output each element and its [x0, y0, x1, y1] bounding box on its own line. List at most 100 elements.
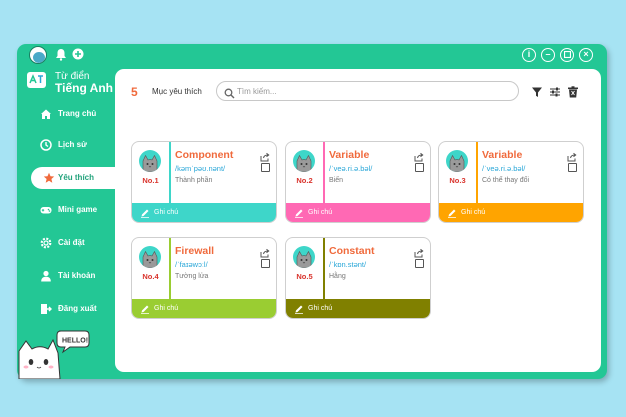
card-left-panel: No.1: [132, 142, 169, 203]
card-divider: [169, 142, 171, 203]
sidebar-item-account[interactable]: Tài khoản: [17, 265, 116, 287]
sidebar-item-label: Lịch sử: [58, 140, 87, 149]
card-footer[interactable]: Ghi chú: [286, 299, 430, 318]
card-note-label: Ghi chú: [308, 305, 333, 312]
card-meaning: Tường lửa: [175, 273, 209, 280]
search-box[interactable]: [216, 81, 519, 101]
card-word: Component: [175, 149, 234, 161]
sidebar-item-label: Cài đặt: [58, 238, 85, 247]
info-icon[interactable]: i: [522, 48, 536, 62]
card-ipa: /ˈveə.ri.ə.bəl/: [482, 164, 526, 173]
card-ipa: /ˈkɒn.stənt/: [329, 260, 367, 269]
user-icon: [40, 270, 52, 282]
card-checkbox[interactable]: [415, 259, 424, 268]
cat-avatar-icon: [139, 150, 161, 172]
share-icon[interactable]: [260, 149, 270, 162]
card-meaning: Có thể thay đổi: [482, 177, 530, 184]
favorite-card-2[interactable]: No.2 Variable /ˈveə.ri.ə.bəl/ Biến Ghi c…: [285, 141, 431, 223]
gear-icon: [40, 237, 52, 249]
card-left-panel: No.4: [132, 238, 169, 299]
bell-icon[interactable]: [54, 48, 68, 62]
card-left-panel: No.2: [286, 142, 323, 203]
logout-icon: [40, 303, 52, 315]
share-icon[interactable]: [260, 245, 270, 258]
favorite-card-4[interactable]: No.4 Firewall /ˈfaɪəwɔːl/ Tường lửa Ghi …: [131, 237, 277, 319]
section-title: Mục yêu thích: [152, 87, 202, 96]
share-icon[interactable]: [567, 149, 577, 162]
mascot-speech: HELLO!: [62, 338, 88, 345]
app-logo: [26, 70, 47, 90]
card-number: No.3: [449, 176, 466, 185]
card-meaning: Biến: [329, 177, 344, 184]
sidebar-item-logout[interactable]: Đăng xuất: [17, 298, 116, 320]
card-checkbox[interactable]: [415, 163, 424, 172]
card-word: Variable: [482, 149, 523, 161]
share-icon[interactable]: [414, 149, 424, 162]
card-checkbox[interactable]: [568, 163, 577, 172]
sidebar-item-home[interactable]: Trang chủ: [17, 103, 116, 125]
minimize-icon[interactable]: –: [541, 48, 555, 62]
share-icon[interactable]: [414, 245, 424, 258]
search-icon: [224, 86, 235, 99]
card-ipa: /ˈfaɪəwɔːl/: [175, 260, 208, 269]
history-icon: [40, 139, 52, 151]
plus-circle-icon[interactable]: [71, 48, 85, 62]
sidebar-item-label: Trang chủ: [58, 109, 97, 118]
trash-icon[interactable]: [567, 85, 579, 98]
sidebar-item-minigame[interactable]: Mini game: [17, 199, 116, 221]
card-ipa: /ˈveə.ri.ə.bəl/: [329, 164, 373, 173]
card-divider: [323, 238, 325, 299]
card-number: No.5: [296, 272, 313, 281]
card-note-label: Ghi chú: [461, 209, 486, 216]
close-icon[interactable]: ×: [579, 48, 593, 62]
card-note-label: Ghi chú: [154, 209, 179, 216]
filter-icon[interactable]: [531, 85, 543, 97]
pencil-icon: [447, 208, 457, 218]
search-input[interactable]: [237, 84, 507, 98]
card-number: No.1: [142, 176, 159, 185]
favorite-card-3[interactable]: No.3 Variable /ˈveə.ri.ə.bəl/ Có thể tha…: [438, 141, 584, 223]
gamepad-icon: [40, 204, 52, 216]
sidebar-item-label: Yêu thích: [58, 173, 95, 182]
sidebar-item-label: Mini game: [58, 205, 98, 214]
cat-avatar-icon: [139, 246, 161, 268]
card-left-panel: No.5: [286, 238, 323, 299]
maximize-icon[interactable]: [560, 48, 574, 62]
card-number: No.4: [142, 272, 159, 281]
card-footer[interactable]: Ghi chú: [132, 299, 276, 318]
sidebar-item-settings[interactable]: Cài đặt: [17, 232, 116, 254]
sidebar-item-favorites[interactable]: Yêu thích: [31, 167, 123, 189]
card-checkbox[interactable]: [261, 163, 270, 172]
card-checkbox[interactable]: [261, 259, 270, 268]
title-bar: i – ×: [17, 44, 607, 66]
mascot-cat: HELLO!: [17, 329, 97, 380]
home-icon: [40, 108, 52, 120]
card-meaning: Hằng: [329, 273, 346, 280]
cat-avatar-icon: [293, 246, 315, 268]
favorite-card-5[interactable]: No.5 Constant /ˈkɒn.stənt/ Hằng Ghi chú: [285, 237, 431, 319]
sidebar-item-label: Đăng xuất: [58, 304, 97, 313]
sidebar-item-history[interactable]: Lịch sử: [17, 134, 116, 156]
cat-avatar-icon: [446, 150, 468, 172]
sliders-icon[interactable]: [549, 85, 561, 97]
card-footer[interactable]: Ghi chú: [132, 203, 276, 222]
favorite-card-1[interactable]: No.1 Component /kəmˈpəʊ.nənt/ Thành phần…: [131, 141, 277, 223]
cat-avatar-icon: [293, 150, 315, 172]
card-word: Firewall: [175, 245, 215, 257]
card-ipa: /kəmˈpəʊ.nənt/: [175, 164, 226, 173]
card-number: No.2: [296, 176, 313, 185]
main-panel: 5 Mục yêu thích Tìm kiếm... No.1 Compone…: [115, 69, 601, 372]
pencil-icon: [294, 304, 304, 314]
pencil-icon: [294, 208, 304, 218]
avatar[interactable]: [29, 46, 47, 64]
pencil-icon: [140, 208, 150, 218]
pencil-icon: [140, 304, 150, 314]
card-footer[interactable]: Ghi chú: [439, 203, 583, 222]
card-word: Constant: [329, 245, 375, 257]
brand-line2: Tiếng Anh: [55, 81, 113, 95]
app-window: i – × Từ điển Tiếng Anh Trang chủ Lịch s…: [17, 44, 607, 380]
card-left-panel: No.3: [439, 142, 476, 203]
card-divider: [169, 238, 171, 299]
card-note-label: Ghi chú: [154, 305, 179, 312]
card-footer[interactable]: Ghi chú: [286, 203, 430, 222]
